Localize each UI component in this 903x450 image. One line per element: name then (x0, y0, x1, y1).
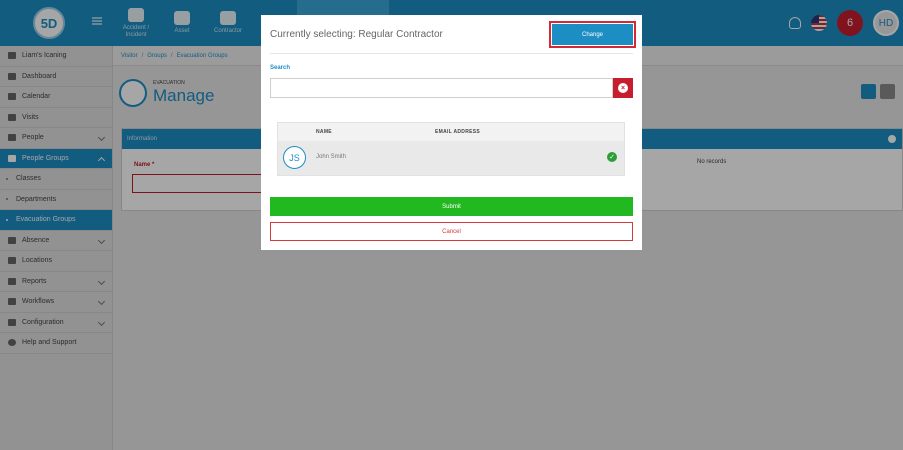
modal-title: Currently selecting: Regular Contractor (270, 29, 443, 40)
table-header: NAME EMAIL ADDRESS (278, 123, 624, 141)
divider (270, 53, 633, 54)
selection-modal: Currently selecting: Regular Contractor … (261, 15, 642, 250)
cancel-button[interactable]: Cancel (270, 222, 633, 241)
people-table: NAME EMAIL ADDRESS JS John Smith ✓ (277, 122, 625, 176)
table-row[interactable]: JS John Smith ✓ (278, 141, 624, 175)
clear-search-button[interactable]: × (613, 78, 633, 98)
change-button[interactable]: Change (552, 24, 633, 45)
avatar: JS (283, 146, 306, 169)
search-label: Search (270, 65, 291, 71)
close-icon: × (618, 83, 628, 93)
check-circle-icon[interactable]: ✓ (607, 152, 617, 162)
column-header-name: NAME (316, 129, 332, 135)
submit-button[interactable]: Submit (270, 197, 633, 216)
row-name: John Smith (316, 154, 347, 160)
column-header-email: EMAIL ADDRESS (435, 129, 481, 135)
search-input[interactable] (270, 78, 613, 98)
